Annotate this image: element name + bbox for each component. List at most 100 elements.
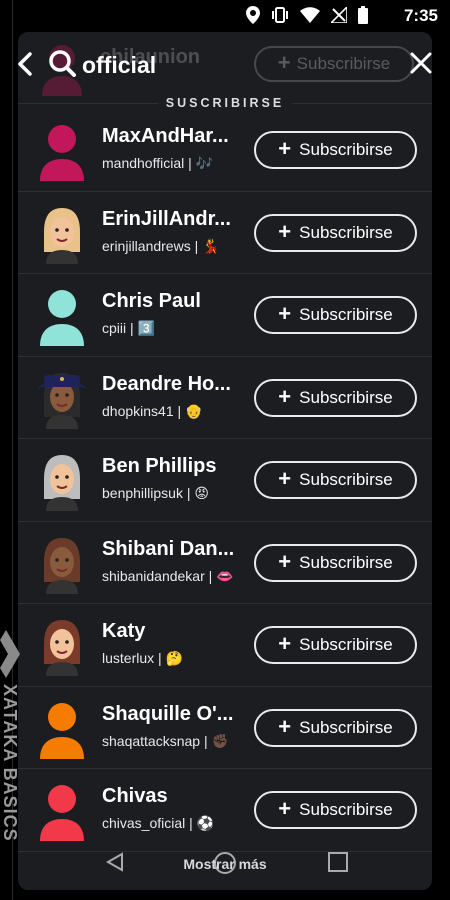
avatar[interactable] bbox=[36, 367, 88, 429]
subscribe-button[interactable]: + Subscribirse bbox=[254, 461, 417, 499]
handle-emoji: 💃 bbox=[202, 237, 220, 254]
handle-text: shibanidandekar bbox=[102, 567, 205, 584]
plus-icon: + bbox=[278, 301, 292, 326]
search-results-panel: chilaunion + Subscribirse official SUSCRI… bbox=[18, 32, 432, 890]
subscribe-label: Subscribirse bbox=[299, 222, 393, 242]
handle-text: erinjillandrews bbox=[102, 237, 191, 254]
location-icon bbox=[246, 6, 260, 24]
handle-emoji: 👄 bbox=[216, 567, 234, 584]
handle-emoji: 🤔 bbox=[165, 650, 183, 666]
subscribe-button[interactable]: + Subscribirse bbox=[254, 708, 417, 747]
handle-emoji: ⚽ bbox=[196, 815, 215, 831]
subscribe-button[interactable]: + Subscribirse bbox=[254, 213, 417, 252]
handle-text: chivas_oficial bbox=[102, 815, 186, 831]
plus-icon: + bbox=[278, 466, 292, 491]
show-more-link[interactable]: Mostrar más bbox=[18, 856, 432, 872]
avatar[interactable] bbox=[38, 119, 86, 181]
battery-icon bbox=[358, 6, 368, 24]
subscribe-label: Subscribirse bbox=[299, 305, 393, 324]
search-icon bbox=[49, 50, 76, 77]
handle-emoji: 😡 bbox=[194, 485, 209, 501]
close-icon[interactable] bbox=[410, 52, 432, 74]
result-name: ErinJillAndr... bbox=[102, 207, 231, 230]
handle-text: mandhofficial bbox=[102, 155, 185, 171]
subscribe-button[interactable]: + Subscribirse bbox=[254, 296, 417, 334]
result-handle: shaqattacksnap | ✊🏿 bbox=[102, 732, 229, 749]
result-name: Chris Paul bbox=[102, 290, 201, 312]
result-handle: dhopkins41 | 👴 bbox=[102, 402, 203, 419]
result-row[interactable]: Katy lusterlux | 🤔 + Subscribirse bbox=[18, 604, 432, 687]
search-input[interactable]: official bbox=[82, 52, 156, 79]
results-list: MaxAndHar... mandhofficial | 🎶 + Subscrib… bbox=[18, 109, 432, 852]
subscribe-label: Subscribirse bbox=[299, 140, 393, 159]
result-handle: lusterlux | 🤔 bbox=[102, 650, 183, 666]
handle-emoji: ✊🏿 bbox=[211, 732, 229, 749]
result-row[interactable]: Shaquille O'... shaqattacksnap | ✊🏿 + Sub… bbox=[18, 687, 432, 769]
status-time: 7:35 bbox=[403, 6, 438, 25]
back-arrow-icon[interactable] bbox=[18, 50, 38, 78]
plus-icon: + bbox=[278, 713, 292, 739]
vibrate-icon bbox=[272, 7, 288, 23]
section-title: SUSCRIBIRSE bbox=[18, 96, 432, 110]
subscribe-label: Subscribirse bbox=[299, 552, 393, 572]
subscribe-button[interactable]: + Subscribirse bbox=[254, 131, 417, 169]
handle-text: lusterlux bbox=[102, 650, 155, 666]
result-name: Shaquille O'... bbox=[102, 702, 234, 725]
subscribe-label: Subscribirse bbox=[299, 800, 393, 819]
handle-emoji: 3️⃣ bbox=[137, 320, 155, 336]
result-handle: cpiii | 3️⃣ bbox=[102, 320, 155, 336]
avatar[interactable] bbox=[38, 532, 86, 594]
handle-emoji: 🎶 bbox=[195, 155, 214, 171]
watermark-text: XATAKA BASICS bbox=[0, 684, 20, 842]
subscribe-button[interactable]: + Subscribirse bbox=[254, 791, 417, 829]
section-title-text: SUSCRIBIRSE bbox=[157, 96, 293, 110]
avatar[interactable] bbox=[38, 614, 86, 676]
result-row[interactable]: ErinJillAndr... erinjillandrews | 💃 + Sub… bbox=[18, 192, 432, 274]
subscribe-label: Subscribirse bbox=[299, 635, 393, 654]
search-header: official bbox=[18, 32, 432, 102]
result-row[interactable]: Shibani Dan... shibanidandekar | 👄 + Subs… bbox=[18, 522, 432, 604]
avatar[interactable] bbox=[38, 284, 86, 346]
bottom-navigation: Mostrar más bbox=[18, 838, 432, 890]
plus-icon: + bbox=[278, 136, 292, 161]
result-name: Katy bbox=[102, 620, 146, 642]
avatar[interactable] bbox=[38, 779, 86, 841]
avatar[interactable] bbox=[38, 202, 86, 264]
result-handle: shibanidandekar | 👄 bbox=[102, 567, 234, 584]
result-handle: mandhofficial | 🎶 bbox=[102, 155, 214, 171]
plus-icon: + bbox=[278, 548, 292, 574]
wifi-icon bbox=[300, 7, 320, 23]
handle-text: shaqattacksnap bbox=[102, 732, 201, 749]
result-name: Chivas bbox=[102, 785, 168, 807]
result-handle: chivas_oficial | ⚽ bbox=[102, 815, 215, 831]
result-row[interactable]: Chris Paul cpiii | 3️⃣ + Subscribirse bbox=[18, 274, 432, 357]
subscribe-label: Subscribirse bbox=[299, 470, 393, 489]
subscribe-button[interactable]: + Subscribirse bbox=[254, 626, 417, 664]
avatar[interactable] bbox=[38, 449, 86, 511]
status-icons bbox=[246, 6, 368, 24]
handle-text: cpiii bbox=[102, 320, 127, 336]
result-name: Shibani Dan... bbox=[102, 537, 235, 560]
subscribe-button[interactable]: + Subscribirse bbox=[254, 378, 417, 417]
plus-icon: + bbox=[278, 631, 292, 656]
result-handle: benphillipsuk | 😡 bbox=[102, 485, 209, 501]
plus-icon: + bbox=[278, 383, 292, 409]
no-signal-icon bbox=[331, 7, 347, 23]
result-handle: erinjillandrews | 💃 bbox=[102, 237, 220, 254]
result-name: MaxAndHar... bbox=[102, 125, 229, 147]
plus-icon: + bbox=[278, 218, 292, 244]
subscribe-label: Subscribirse bbox=[299, 387, 393, 407]
subscribe-button[interactable]: + Subscribirse bbox=[254, 543, 417, 582]
result-name: Ben Phillips bbox=[102, 455, 217, 477]
handle-text: benphillipsuk bbox=[102, 485, 183, 501]
result-row[interactable]: MaxAndHar... mandhofficial | 🎶 + Subscrib… bbox=[18, 109, 432, 192]
status-bar: 7:35 bbox=[0, 0, 450, 32]
subscribe-label: Subscribirse bbox=[299, 717, 393, 737]
handle-text: dhopkins41 bbox=[102, 402, 174, 419]
result-row[interactable]: Deandre Ho... dhopkins41 | 👴 + Subscribir… bbox=[18, 357, 432, 439]
handle-emoji: 👴 bbox=[185, 402, 203, 419]
result-name: Deandre Ho... bbox=[102, 372, 231, 395]
avatar[interactable] bbox=[38, 697, 86, 759]
result-row[interactable]: Ben Phillips benphillipsuk | 😡 + Subscrib… bbox=[18, 439, 432, 522]
plus-icon: + bbox=[278, 796, 292, 821]
